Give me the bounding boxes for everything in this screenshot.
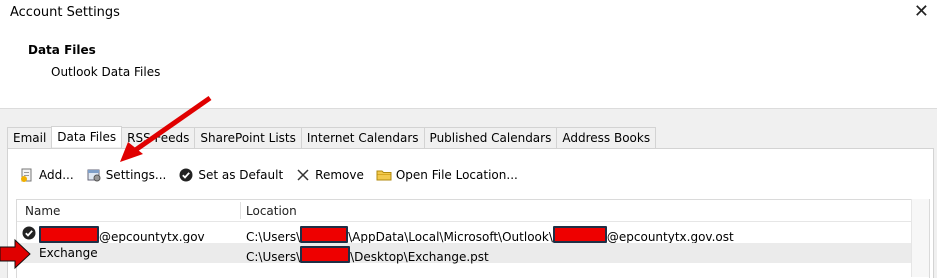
open-file-location-label: Open File Location... [395, 168, 518, 182]
settings-button[interactable]: Settings... [82, 165, 171, 185]
toolbar: Add... Settings... Set as Default Remove [15, 165, 526, 185]
add-file-icon [19, 167, 35, 183]
tab-sharepoint-lists[interactable]: SharePoint Lists [194, 127, 302, 148]
row-location: C:\Users\ \AppData\Local\Microsoft\Outloo… [246, 226, 734, 244]
vertical-scrollbar[interactable] [911, 199, 929, 277]
tab-rss-feeds[interactable]: RSS Feeds [121, 127, 196, 148]
title-bar: Account Settings ✕ [0, 0, 937, 26]
location-part: C:\Users\ [246, 250, 301, 264]
settings-icon [86, 167, 102, 183]
settings-label: Settings... [105, 168, 167, 182]
column-header-name[interactable]: Name [25, 204, 60, 218]
list-header: Name Location [17, 200, 929, 222]
set-as-default-button[interactable]: Set as Default [174, 165, 287, 185]
column-header-location[interactable]: Location [246, 204, 297, 218]
tab-address-books[interactable]: Address Books [556, 127, 657, 148]
tab-strip: Email Data Files RSS Feeds SharePoint Li… [7, 126, 657, 148]
tab-published-calendars[interactable]: Published Calendars [423, 127, 558, 148]
redaction-box [300, 246, 351, 263]
location-part: \Desktop\Exchange.pst [350, 250, 489, 264]
column-divider[interactable] [240, 202, 241, 219]
remove-x-icon [295, 167, 311, 183]
close-icon[interactable]: ✕ [914, 2, 929, 22]
tab-data-files[interactable]: Data Files [51, 126, 123, 147]
add-button[interactable]: Add... [15, 165, 78, 185]
redaction-box [552, 226, 607, 243]
row-location: C:\Users\ \Desktop\Exchange.pst [246, 246, 489, 264]
remove-button[interactable]: Remove [291, 165, 368, 185]
row-name: @epcountytx.gov [39, 226, 205, 244]
set-as-default-label: Set as Default [198, 168, 284, 182]
tab-internet-calendars[interactable]: Internet Calendars [300, 127, 425, 148]
tab-email[interactable]: Email [7, 127, 53, 148]
folder-icon [376, 167, 392, 183]
location-part: \AppData\Local\Microsoft\Outlook\ [348, 230, 553, 244]
remove-label: Remove [315, 168, 364, 182]
dialog-header: Data Files Outlook Data Files [0, 26, 937, 109]
row-name: Exchange [39, 246, 98, 260]
open-file-location-button[interactable]: Open File Location... [372, 165, 522, 185]
list-row-exchange[interactable]: Exchange C:\Users\ \Desktop\Exchange.pst [17, 243, 913, 264]
add-label: Add... [39, 168, 74, 182]
section-title: Data Files [28, 43, 96, 57]
check-circle-icon [178, 167, 194, 183]
location-part: @epcountytx.gov.ost [606, 230, 734, 244]
section-subtitle: Outlook Data Files [51, 65, 161, 79]
redaction-box [39, 226, 99, 243]
data-files-list[interactable]: Name Location @epcountytx.gov C:\Users\ \… [16, 199, 930, 278]
window-title: Account Settings [10, 5, 120, 20]
redaction-box [300, 226, 349, 243]
default-check-icon [22, 226, 36, 240]
list-row-default-account[interactable]: @epcountytx.gov C:\Users\ \AppData\Local\… [17, 223, 913, 244]
account-email-suffix: @epcountytx.gov [99, 230, 205, 244]
location-part: C:\Users\ [246, 230, 301, 244]
